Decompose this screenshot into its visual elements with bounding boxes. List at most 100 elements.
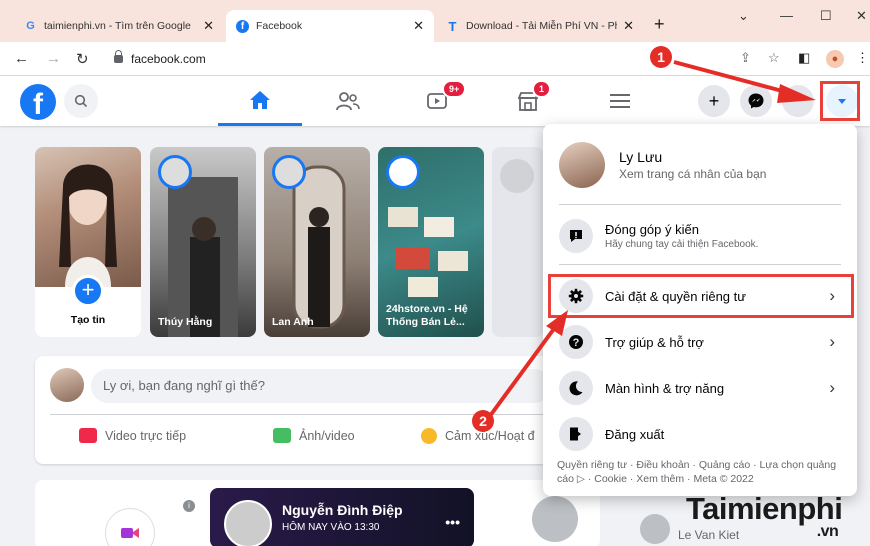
tab-search-chevron-icon[interactable]: ⌄ bbox=[738, 8, 749, 24]
live-video-button[interactable]: Video trực tiếp bbox=[79, 428, 186, 443]
browser-tab-bar: G taimienphi.vn - Tìm trên Google ✕ f Fa… bbox=[0, 0, 870, 42]
menu-item-label: Trợ giúp & hỗ trợ bbox=[605, 334, 704, 350]
action-label: Video trực tiếp bbox=[105, 428, 187, 443]
close-window-button[interactable]: ✕ bbox=[856, 8, 867, 24]
chevron-right-icon: › bbox=[829, 378, 835, 397]
story-create[interactable]: + Tạo tin bbox=[35, 147, 141, 337]
url-field[interactable]: facebook.com bbox=[106, 47, 626, 71]
photo-video-button[interactable]: Ảnh/video bbox=[273, 428, 355, 443]
contact-card[interactable] bbox=[490, 488, 600, 546]
story-label: Thúy Hằng bbox=[158, 316, 213, 328]
reload-icon[interactable]: ↻ bbox=[76, 50, 89, 68]
feedback-item[interactable]: Đóng góp ý kiến Hãy chung tay cải thiện … bbox=[551, 214, 849, 258]
menu-item-help-support[interactable]: ? Trợ giúp & hỗ trợ › bbox=[551, 320, 849, 364]
more-options-icon[interactable]: ••• bbox=[445, 514, 460, 530]
share-icon[interactable]: ⇪ bbox=[740, 50, 751, 66]
avatar[interactable] bbox=[50, 368, 84, 402]
profile-avatar-icon[interactable]: ● bbox=[826, 50, 844, 68]
messenger-button[interactable] bbox=[740, 85, 772, 117]
tab-marketplace[interactable]: 1 bbox=[486, 76, 570, 126]
step-2-badge: 2 bbox=[472, 410, 494, 432]
chevron-right-icon: › bbox=[829, 332, 835, 351]
menu-item-label: Màn hình & trợ năng bbox=[605, 380, 725, 396]
address-toolbar: ← → ↻ facebook.com ⇪ ☆ ◧ ● ⋮ bbox=[0, 42, 870, 76]
menu-footer-links[interactable]: Quyền riêng tư · Điều khoản · Quảng cáo … bbox=[557, 458, 847, 486]
search-icon bbox=[74, 94, 88, 108]
forward-arrow-icon[interactable]: → bbox=[46, 50, 61, 67]
story-card[interactable]: Thúy Hằng bbox=[150, 147, 256, 337]
side-panel-icon[interactable]: ◧ bbox=[798, 50, 810, 66]
profile-name: Ly Lưu bbox=[619, 149, 663, 165]
create-button[interactable]: + bbox=[698, 85, 730, 117]
story-avatar bbox=[386, 155, 420, 189]
live-host-name: Nguyễn Đình Điệp bbox=[282, 502, 403, 518]
search-button[interactable] bbox=[64, 84, 98, 118]
plus-icon: + bbox=[708, 90, 720, 111]
bookmark-star-icon[interactable]: ☆ bbox=[768, 50, 780, 66]
story-label: Lan Anh bbox=[272, 316, 314, 328]
live-time: HÔM NAY VÀO 13:30 bbox=[282, 522, 380, 533]
close-tab-icon[interactable]: ✕ bbox=[623, 18, 634, 34]
svg-text:?: ? bbox=[573, 337, 580, 349]
action-label: Ảnh/video bbox=[299, 428, 355, 443]
contact-avatar[interactable] bbox=[640, 514, 670, 544]
messenger-icon bbox=[748, 93, 764, 109]
photo-icon bbox=[273, 428, 291, 443]
avatar bbox=[559, 142, 605, 188]
story-photo bbox=[35, 147, 141, 287]
browser-tab-download[interactable]: T Download - Tải Miễn Phí VN - Ph ✕ bbox=[436, 10, 644, 42]
create-room-button[interactable] bbox=[105, 508, 155, 546]
highlight-box-settings bbox=[548, 274, 854, 318]
menu-item-display-accessibility[interactable]: Màn hình & trợ năng › bbox=[551, 366, 849, 410]
live-event-card[interactable]: Nguyễn Đình Điệp HÔM NAY VÀO 13:30 ••• bbox=[210, 488, 474, 546]
close-tab-icon[interactable]: ✕ bbox=[203, 18, 214, 34]
divider bbox=[559, 264, 841, 265]
tab-friends[interactable] bbox=[306, 76, 390, 126]
friends-icon bbox=[336, 92, 360, 111]
menu-item-logout[interactable]: Đăng xuất bbox=[551, 412, 849, 456]
composer-input[interactable]: Ly ơi, bạn đang nghĩ gì thế? bbox=[91, 369, 551, 403]
info-icon[interactable]: i bbox=[183, 500, 195, 512]
action-label: Cảm xúc/Hoạt đ bbox=[445, 429, 535, 443]
browser-menu-icon[interactable]: ⋮ bbox=[856, 50, 869, 66]
profile-link[interactable]: Ly Lưu Xem trang cá nhân của bạn bbox=[551, 132, 849, 198]
back-arrow-icon[interactable]: ← bbox=[14, 50, 29, 67]
tab-menu[interactable] bbox=[578, 76, 662, 126]
story-label: Tạo tin bbox=[70, 314, 106, 326]
tab-home[interactable] bbox=[218, 76, 302, 126]
facebook-header: f 9+ 1 + bbox=[0, 76, 870, 126]
moon-icon bbox=[559, 371, 593, 405]
download-favicon-icon: T bbox=[448, 18, 457, 34]
feedback-sub: Hãy chung tay cải thiện Facebook. bbox=[605, 239, 759, 250]
story-label: 24hstore.vn - Hệ Thống Bán Lẻ... bbox=[386, 303, 468, 328]
story-avatar bbox=[272, 155, 306, 189]
story-avatar bbox=[500, 159, 534, 193]
facebook-logo-icon[interactable]: f bbox=[20, 84, 56, 120]
new-tab-button[interactable]: + bbox=[654, 14, 665, 35]
tab-title: taimienphi.vn - Tìm trên Google bbox=[44, 20, 191, 32]
hamburger-icon bbox=[610, 94, 630, 108]
maximize-button[interactable]: ☐ bbox=[820, 8, 832, 24]
add-story-plus-icon[interactable]: + bbox=[72, 275, 104, 307]
minimize-button[interactable]: — bbox=[780, 8, 793, 23]
avatar bbox=[532, 496, 578, 542]
profile-subtitle: Xem trang cá nhân của bạn bbox=[619, 167, 767, 181]
home-icon bbox=[250, 90, 270, 109]
notifications-button[interactable] bbox=[782, 85, 814, 117]
smiley-icon bbox=[421, 428, 437, 444]
story-card-partial[interactable] bbox=[492, 147, 544, 337]
browser-tab-facebook[interactable]: f Facebook ✕ bbox=[226, 10, 434, 42]
live-video-icon bbox=[79, 428, 97, 443]
taimienphi-watermark: Taimienphi .vn bbox=[686, 491, 843, 540]
feedback-icon bbox=[559, 219, 593, 253]
tab-watch[interactable]: 9+ bbox=[396, 76, 480, 126]
browser-tab-google[interactable]: G taimienphi.vn - Tìm trên Google ✕ bbox=[14, 10, 224, 42]
watermark-main: Taimienphi bbox=[686, 491, 843, 526]
step-1-badge: 1 bbox=[650, 46, 672, 68]
story-card[interactable]: Lan Anh bbox=[264, 147, 370, 337]
marketplace-badge: 1 bbox=[532, 80, 552, 98]
story-avatar bbox=[158, 155, 192, 189]
highlight-box-dropdown bbox=[820, 81, 860, 121]
close-tab-icon[interactable]: ✕ bbox=[413, 18, 424, 34]
story-card[interactable]: 24hstore.vn - Hệ Thống Bán Lẻ... bbox=[378, 147, 484, 337]
